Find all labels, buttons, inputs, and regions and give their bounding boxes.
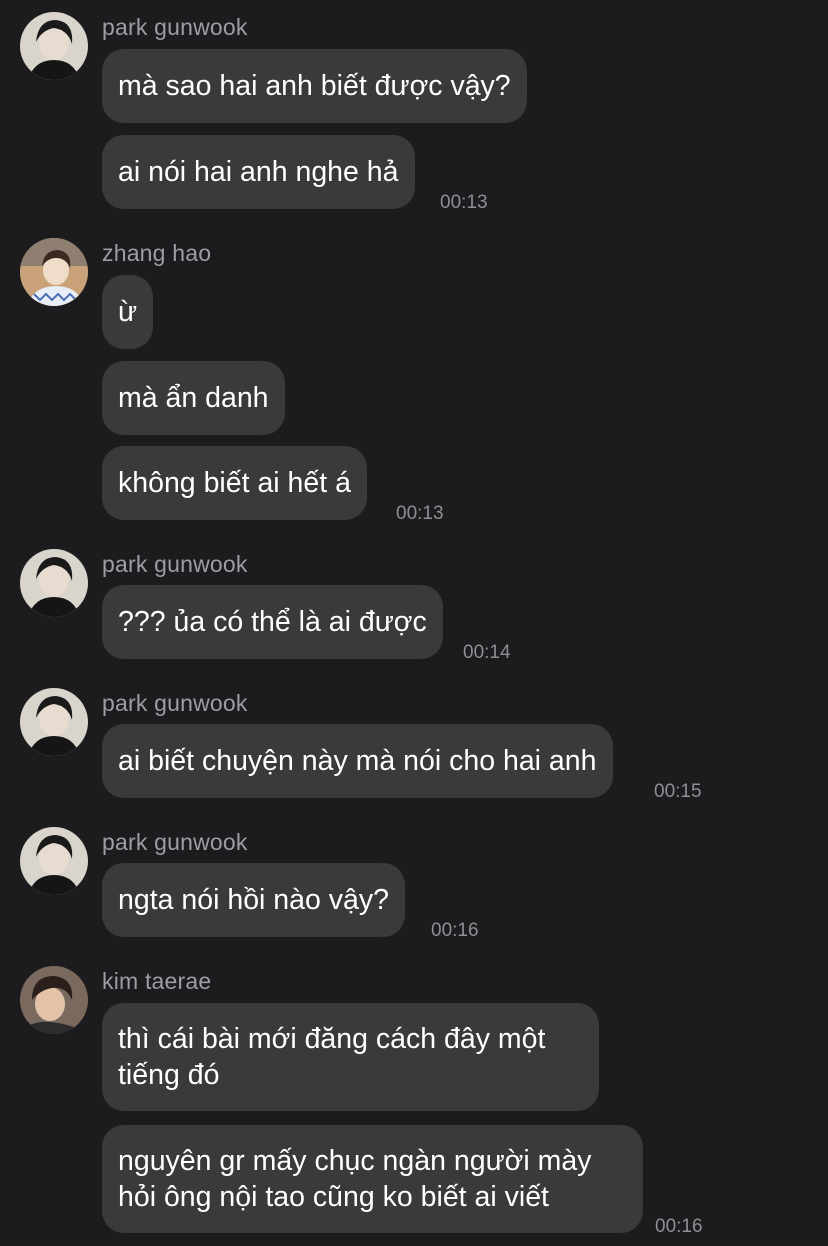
avatar-image bbox=[20, 549, 88, 617]
timestamp: 00:13 bbox=[396, 503, 444, 524]
chat-screen: { "messages": [ { "sender": "park gunwoo… bbox=[0, 0, 828, 1246]
message-bubble[interactable]: ??? ủa có thể là ai được bbox=[102, 585, 443, 659]
message-line: tiếng đó bbox=[118, 1059, 220, 1091]
message-bubble[interactable]: mà ẩn danh bbox=[102, 361, 285, 435]
message-line: thì cái bài mới đăng cách đây một bbox=[118, 1023, 546, 1055]
timestamp: 00:15 bbox=[654, 781, 702, 802]
avatar-image bbox=[20, 238, 88, 306]
avatar-park-gunwook[interactable] bbox=[20, 12, 88, 80]
timestamp: 00:13 bbox=[440, 192, 488, 213]
message-bubble[interactable]: nguyên gr mấy chục ngàn người mày hỏi ôn… bbox=[102, 1125, 643, 1233]
avatar-kim-taerae[interactable] bbox=[20, 966, 88, 1034]
avatar-image bbox=[20, 688, 88, 756]
timestamp: 00:14 bbox=[463, 642, 511, 663]
timestamp: 00:16 bbox=[655, 1216, 703, 1237]
message-bubble[interactable]: ai biết chuyện này mà nói cho hai anh bbox=[102, 724, 613, 798]
message-line: nguyên gr mấy chục ngàn người mày bbox=[118, 1145, 592, 1177]
sender-name: park gunwook bbox=[102, 14, 248, 40]
message-bubble[interactable]: ai nói hai anh nghe hả bbox=[102, 135, 415, 209]
message-bubble[interactable]: ừ bbox=[102, 275, 154, 349]
avatar-image bbox=[20, 827, 88, 895]
sender-name: park gunwook bbox=[102, 690, 248, 716]
sender-name: park gunwook bbox=[102, 551, 248, 577]
sender-name: kim taerae bbox=[102, 968, 212, 994]
avatar-park-gunwook[interactable] bbox=[20, 549, 88, 617]
message-bubble[interactable]: ngta nói hồi nào vậy? bbox=[102, 863, 405, 937]
sender-name: park gunwook bbox=[102, 829, 248, 855]
timestamp: 00:16 bbox=[431, 920, 479, 941]
avatar-image bbox=[20, 966, 88, 1034]
message-line: hỏi ông nội tao cũng ko biết ai viết bbox=[118, 1181, 549, 1213]
avatar-park-gunwook[interactable] bbox=[20, 827, 88, 895]
avatar-zhang-hao[interactable] bbox=[20, 238, 88, 306]
message-bubble[interactable]: không biết ai hết á bbox=[102, 446, 367, 520]
message-bubble[interactable]: mà sao hai anh biết được vậy? bbox=[102, 49, 527, 123]
message-bubble[interactable]: thì cái bài mới đăng cách đây một tiếng … bbox=[102, 1003, 599, 1111]
avatar-image bbox=[20, 12, 88, 80]
sender-name: zhang hao bbox=[102, 240, 212, 266]
avatar-park-gunwook[interactable] bbox=[20, 688, 88, 756]
